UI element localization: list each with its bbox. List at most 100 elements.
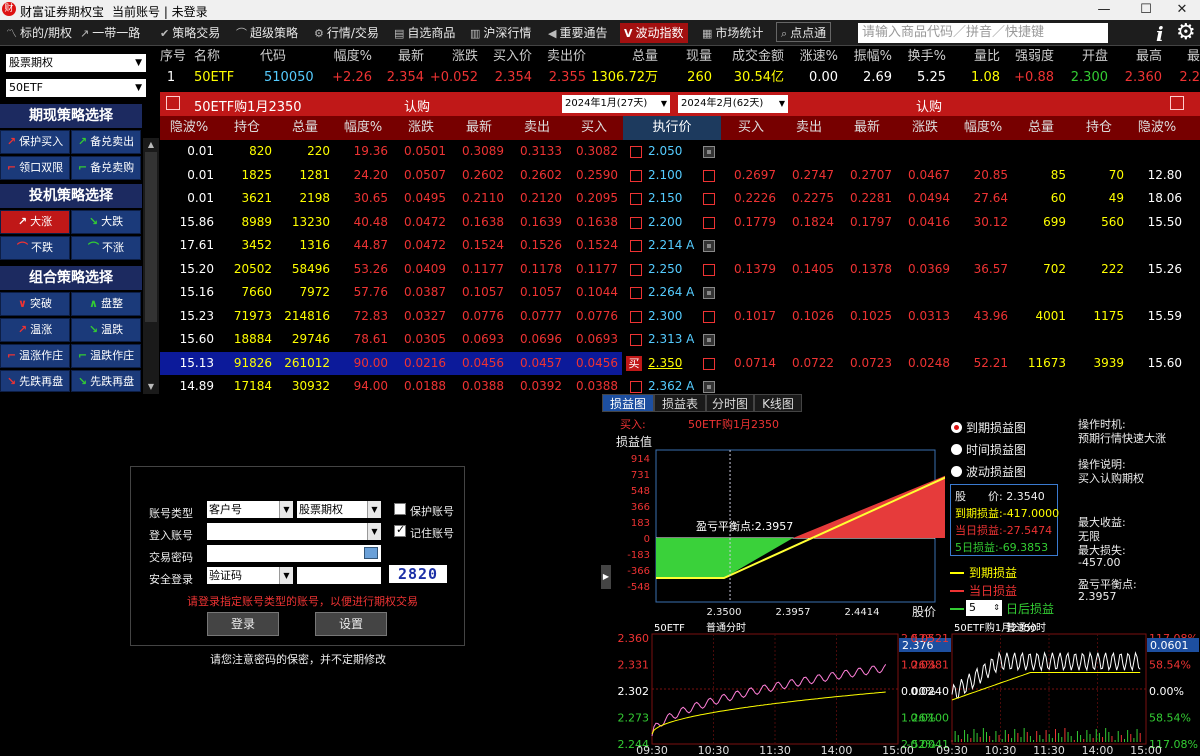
acct-type-select[interactable]: 客户号 ▼	[207, 501, 293, 518]
strategy-collar[interactable]: ⌐ 领口双限	[0, 156, 70, 180]
strike-price[interactable]: 2.250	[648, 258, 708, 281]
minimize-icon[interactable]: —	[1086, 0, 1122, 20]
call-select-checkbox[interactable]	[630, 169, 642, 182]
chain-row[interactable]: 15.13 91826 261012 90.00 0.0216 0.0456 0.0457 0…	[160, 351, 1200, 376]
quote-row[interactable]: 1 50ETF 510050 +2.26 2.354 +0.052 2.354 2.355 13…	[160, 68, 1200, 88]
chain-row[interactable]: 0.01 3621 2198 30.65 0.0495 0.2110 0.2120 0.209…	[160, 187, 1200, 211]
chain-row[interactable]: 0.01 1825 1281 24.20 0.0507 0.2602 0.2602 0.259…	[160, 164, 1200, 188]
chain-row[interactable]: 15.23 71973 214816 72.83 0.0327 0.0776 0.0777 0…	[160, 305, 1200, 329]
strategy-fall-then-flat-2[interactable]: ↘ 先跌再盘	[71, 370, 141, 392]
quote-header-14[interactable]: 量比	[946, 46, 1000, 68]
strike-price[interactable]: 2.050	[648, 140, 708, 163]
put-select-checkbox[interactable]	[703, 216, 715, 229]
quote-header-10[interactable]: 成交金额	[712, 46, 784, 68]
strike-price[interactable]: 2.100	[648, 164, 708, 187]
toolbar-shsz-quotes[interactable]: ▥ 沪深行情	[466, 23, 535, 43]
chain-header-left-2[interactable]: 总量	[276, 116, 334, 140]
strategy-covered-call[interactable]: ⌐ 备兑卖购	[71, 156, 141, 180]
radio-time-pl[interactable]: 时间损益图	[951, 442, 1071, 458]
quote-header-16[interactable]: 开盘	[1054, 46, 1108, 68]
quote-header-3[interactable]: 幅度%	[272, 46, 372, 68]
chain-header-left-5[interactable]: 最新	[450, 116, 508, 140]
strike-price[interactable]: 2.150	[648, 187, 708, 210]
strategy-consolidate[interactable]: ∧ 盘整	[71, 292, 141, 316]
strike-price[interactable]: 2.264 A	[648, 281, 708, 304]
put-select-checkbox[interactable]	[703, 193, 715, 205]
strike-price[interactable]: 2.350	[648, 352, 708, 375]
strategy-scrollbar[interactable]: ▲ ▼	[143, 138, 159, 394]
strategy-not-fall[interactable]: ⌒ 不跌	[0, 236, 70, 260]
quote-header-7[interactable]: 卖出价	[532, 46, 586, 68]
call-select-checkbox[interactable]	[630, 146, 642, 158]
put-select-checkbox[interactable]	[703, 287, 715, 299]
strategy-mild-fall-maker[interactable]: ⌐ 温跌作庄	[71, 344, 141, 368]
toolbar-quote-trade[interactable]: ⚙ 行情/交易	[310, 23, 383, 43]
tab-kline[interactable]: K线图	[754, 394, 802, 412]
strategy-mild-fall[interactable]: ↘ 温跌	[71, 318, 141, 342]
strategy-mild-rise-maker[interactable]: ⌐ 温涨作庄	[0, 344, 70, 368]
strategy-fall-then-flat-1[interactable]: ↘ 先跌再盘	[0, 370, 70, 392]
chain-header-strike[interactable]: 执行价	[623, 116, 721, 140]
radio-vol-pl[interactable]: 波动损益图	[951, 464, 1071, 480]
put-select-checkbox[interactable]	[703, 381, 715, 393]
password-input[interactable]	[207, 545, 381, 562]
settings-button[interactable]: 设置	[315, 612, 387, 636]
protect-account-checkbox[interactable]	[394, 503, 406, 515]
chain-row[interactable]: 15.16 7660 7972 57.76 0.0387 0.1057 0.1057 0.10…	[160, 281, 1200, 305]
strategy-covered-sell[interactable]: ↗ 备兑卖出	[71, 130, 141, 154]
call-select-checkbox[interactable]	[630, 310, 642, 323]
collapse-arrow-icon[interactable]: ▶	[601, 565, 611, 589]
tab-pl-chart[interactable]: 损益图	[602, 394, 654, 412]
put-select-checkbox[interactable]	[703, 357, 715, 370]
call-select-checkbox[interactable]	[630, 216, 642, 229]
quote-header-9[interactable]: 现量	[658, 46, 712, 68]
quote-header-6[interactable]: 买入价	[478, 46, 532, 68]
captcha-input[interactable]	[297, 567, 381, 584]
quote-header-11[interactable]: 涨速%	[784, 46, 838, 68]
put-select-checkbox[interactable]	[703, 263, 715, 276]
chain-header-right-3[interactable]: 涨跌	[896, 116, 954, 140]
strike-price[interactable]: 2.200	[648, 211, 708, 234]
quote-header-1[interactable]: 名称	[194, 46, 234, 68]
put-select-checkbox[interactable]	[703, 334, 715, 346]
chain-header-right-6[interactable]: 持仓	[1070, 116, 1128, 140]
call-select-checkbox[interactable]	[630, 263, 642, 276]
put-select-checkbox[interactable]	[703, 240, 715, 252]
toolbar-underlying-option[interactable]: 〽标的/期权	[2, 23, 76, 43]
quote-header-5[interactable]: 涨跌	[424, 46, 478, 68]
chain-row[interactable]: 17.61 3452 1316 44.87 0.0472 0.1524 0.1526 0.15…	[160, 234, 1200, 258]
toolbar-volatility-index[interactable]: V 波动指数	[620, 23, 688, 43]
toolbar-strategy-trade[interactable]: ✔ 策略交易	[156, 23, 224, 43]
strategy-breakout[interactable]: ∨ 突破	[0, 292, 70, 316]
radio-expiry-pl[interactable]: 到期损益图	[951, 420, 1071, 436]
scroll-down-icon[interactable]: ▼	[143, 380, 159, 394]
tab-timeshare[interactable]: 分时图	[706, 394, 754, 412]
call-select-checkbox[interactable]	[630, 287, 642, 299]
quote-header-13[interactable]: 换手%	[892, 46, 946, 68]
month1-select[interactable]: 2024年1月(27天) ▼	[562, 95, 670, 113]
underlying-select[interactable]: 50ETF ▼	[6, 79, 146, 97]
chain-header-right-1[interactable]: 卖出	[780, 116, 838, 140]
quote-header-18[interactable]: 最	[1162, 46, 1200, 68]
chain-row[interactable]: 15.20 20502 58496 53.26 0.0409 0.1177 0.1178 0.…	[160, 258, 1200, 282]
chain-header-right-2[interactable]: 最新	[838, 116, 896, 140]
chain-header-right-0[interactable]: 买入	[722, 116, 780, 140]
chain-header-left-4[interactable]: 涨跌	[392, 116, 450, 140]
login-account-input[interactable]: ▼	[207, 523, 381, 540]
quote-header-4[interactable]: 最新	[372, 46, 424, 68]
strategy-big-fall[interactable]: ↘ 大跌	[71, 210, 141, 234]
strategy-not-rise[interactable]: ⌒ 不涨	[71, 236, 141, 260]
acct-market-select[interactable]: 股票期权 ▼	[297, 501, 381, 518]
login-button[interactable]: 登录	[207, 612, 279, 636]
search-input[interactable]: 请输入商品代码／拼音／快捷键	[858, 23, 1108, 43]
chain-header-left-1[interactable]: 持仓	[218, 116, 276, 140]
quote-header-12[interactable]: 振幅%	[838, 46, 892, 68]
toolbar-belt-road[interactable]: ↗ 一带一路	[76, 23, 144, 43]
security-select[interactable]: 验证码 ▼	[207, 567, 293, 584]
quote-header-8[interactable]: 总量	[586, 46, 658, 68]
quote-header-0[interactable]: 序号	[160, 46, 186, 68]
remember-account-checkbox[interactable]	[394, 523, 406, 537]
call-select-checkbox[interactable]	[630, 240, 642, 252]
table-icon[interactable]	[166, 96, 180, 110]
chain-row[interactable]: 15.60 18884 29746 78.61 0.0305 0.0693 0.0696 0.…	[160, 328, 1200, 352]
